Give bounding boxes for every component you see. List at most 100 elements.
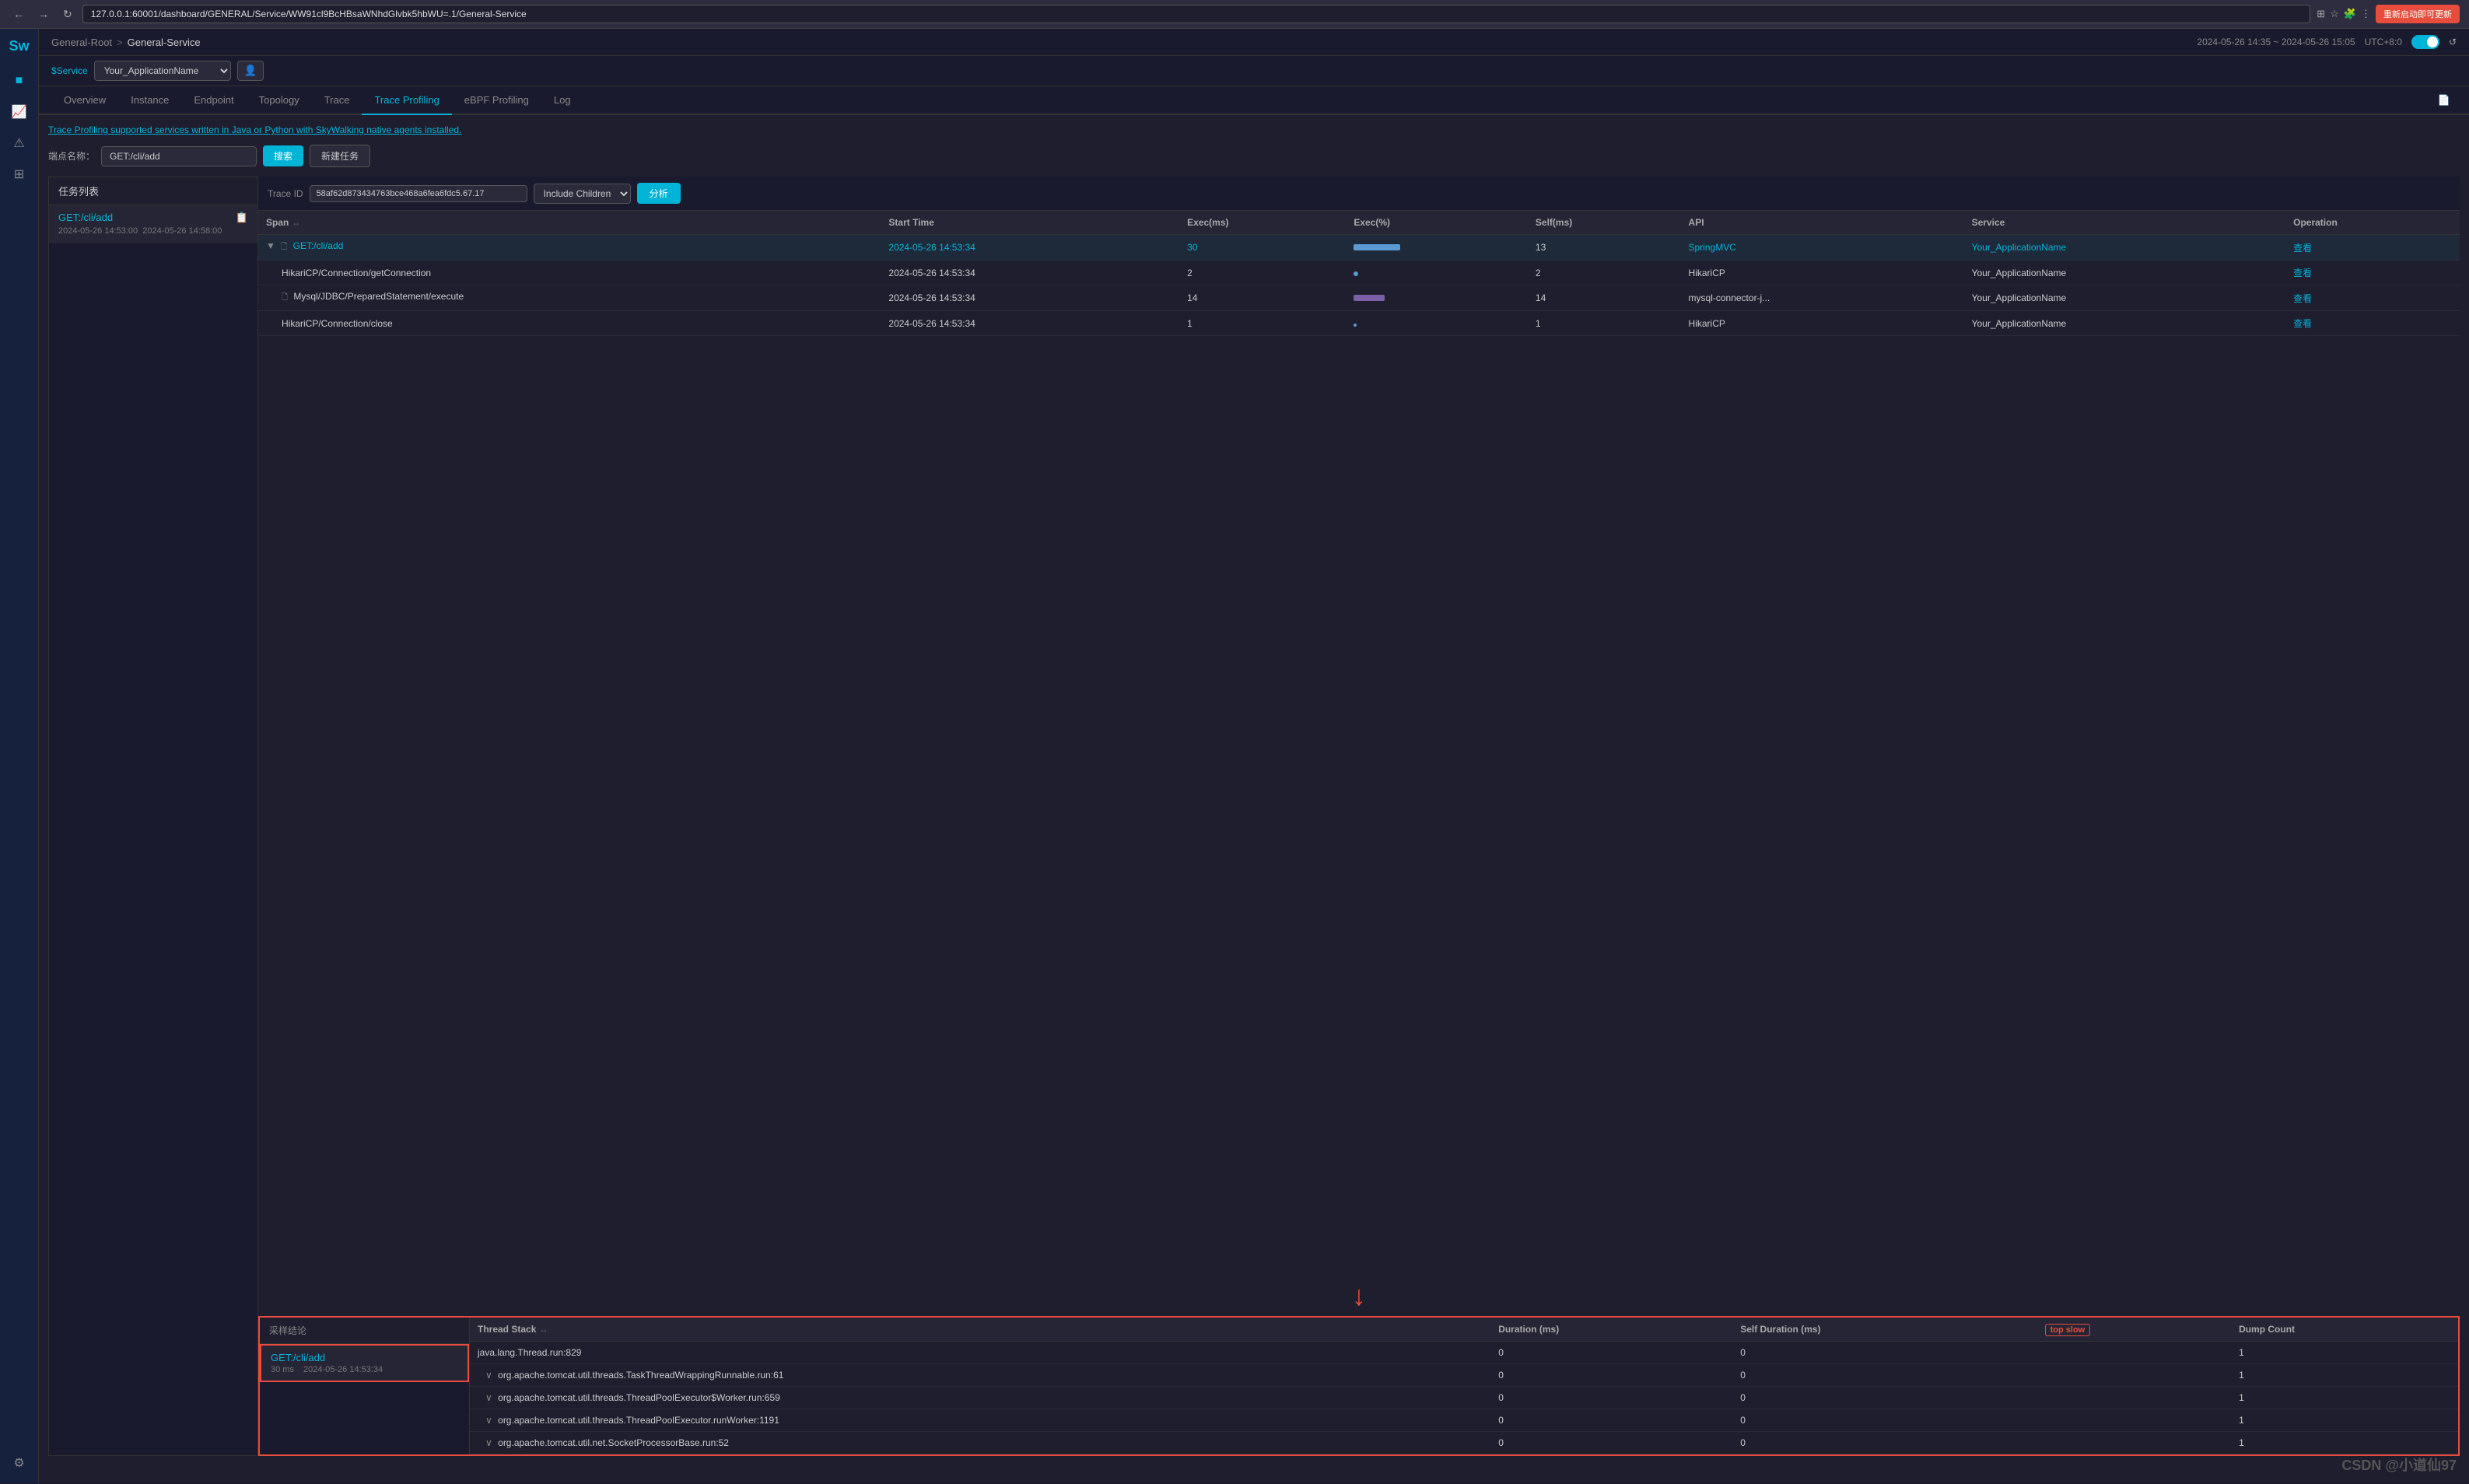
service-info-button[interactable]: 👤: [237, 61, 264, 81]
dump-count-cell: 1: [2231, 1342, 2458, 1364]
breadcrumb-root[interactable]: General-Root: [51, 37, 112, 48]
tab-trace[interactable]: Trace: [312, 86, 362, 115]
table-row: 🗋 Mysql/JDBC/PreparedStatement/execute 2…: [258, 285, 2460, 311]
page-content: Trace Profiling supported services writt…: [39, 115, 2469, 1483]
sampling-header: 采样结论: [260, 1318, 469, 1344]
thread-row: ∨ org.apache.tomcat.util.threads.ThreadP…: [470, 1409, 2458, 1432]
new-task-button[interactable]: 新建任务: [310, 145, 370, 167]
col-span: Span ↔: [258, 211, 881, 235]
search-button[interactable]: 搜索: [263, 145, 303, 166]
table-row: ▼ 🗋 GET:/cli/add 2024-05-26 14:53:34 30: [258, 235, 2460, 261]
expand-toggle[interactable]: ∨: [485, 1392, 492, 1403]
thread-row: ∨ org.apache.tomcat.util.threads.TaskThr…: [470, 1364, 2458, 1387]
sidebar-item-chart[interactable]: 📈: [5, 98, 33, 126]
expand-toggle[interactable]: ∨: [485, 1415, 492, 1426]
span-name: HikariCP/Connection/close: [282, 318, 393, 329]
top-slow-cell: [2037, 1342, 2231, 1364]
analyze-button[interactable]: 分析: [637, 183, 681, 204]
bottom-panel: 采样结论 GET:/cli/add 30 ms 2024-05-26 14:53…: [258, 1316, 2460, 1456]
sidebar-item-widgets[interactable]: ⊞: [5, 160, 33, 188]
duration-cell: 0: [1490, 1364, 1732, 1387]
doc-icon[interactable]: 📄: [2432, 94, 2457, 107]
search-input[interactable]: [101, 146, 257, 166]
exec-dot: [1354, 271, 1358, 276]
forward-button[interactable]: →: [34, 6, 53, 22]
exec-pct-cell: [1346, 311, 1528, 336]
translate-icon[interactable]: ⊞: [2317, 8, 2325, 20]
sampling-item[interactable]: GET:/cli/add 30 ms 2024-05-26 14:53:34: [260, 1344, 469, 1382]
tab-endpoint[interactable]: Endpoint: [181, 86, 246, 115]
back-button[interactable]: ←: [9, 6, 28, 22]
view-link[interactable]: 查看: [2293, 293, 2312, 304]
sidebar-item-alert[interactable]: ⚠: [5, 129, 33, 157]
thread-stack-cell: ∨ org.apache.tomcat.util.net.SocketProce…: [470, 1432, 1490, 1454]
trace-id-input[interactable]: [310, 185, 527, 202]
menu-icon[interactable]: ⋮: [2361, 8, 2371, 20]
exec-pct-cell: [1346, 235, 1528, 261]
top-slow-badge[interactable]: top slow: [2045, 1324, 2091, 1336]
url-bar[interactable]: [82, 5, 2311, 23]
tab-overview[interactable]: Overview: [51, 86, 118, 115]
api-cell: SpringMVC: [1681, 235, 1964, 261]
thread-name: org.apache.tomcat.util.threads.ThreadPoo…: [498, 1415, 779, 1426]
main-content: General-Root > General-Service 2024-05-2…: [39, 29, 2469, 1483]
expand-toggle[interactable]: ▼: [266, 240, 275, 251]
exec-dot: [1354, 324, 1357, 327]
span-name[interactable]: GET:/cli/add: [293, 240, 344, 251]
self-duration-cell: 0: [1732, 1409, 2036, 1432]
self-ms-cell: 13: [1528, 235, 1681, 261]
browser-bar: ← → ↻ ⊞ ☆ 🧩 ⋮ 重新启动即可更新: [0, 0, 2469, 29]
thread-stack-cell: ∨ org.apache.tomcat.util.threads.ThreadP…: [470, 1409, 1490, 1432]
task-item[interactable]: 📋 GET:/cli/add 2024-05-26 14:53:00 2024-…: [49, 205, 257, 243]
top-slow-cell: [2037, 1409, 2231, 1432]
refresh-button[interactable]: ↻: [59, 6, 76, 23]
service-cell: Your_ApplicationName: [1964, 311, 2286, 336]
info-banner[interactable]: Trace Profiling supported services writt…: [48, 124, 2460, 135]
exec-ms-cell: 14: [1179, 285, 1346, 311]
col-dump-count: Dump Count: [2231, 1318, 2458, 1342]
tab-instance[interactable]: Instance: [118, 86, 181, 115]
theme-toggle[interactable]: [2411, 35, 2439, 49]
sidebar-item-settings[interactable]: ⚙: [5, 1449, 33, 1477]
service-cell: Your_ApplicationName: [1964, 285, 2286, 311]
service-dropdown[interactable]: Your_ApplicationName: [94, 61, 231, 81]
sampling-item-name: GET:/cli/add: [271, 1352, 458, 1363]
api-link[interactable]: SpringMVC: [1689, 242, 1736, 253]
tab-ebpf-profiling[interactable]: eBPF Profiling: [452, 86, 541, 115]
breadcrumb-separator: >: [117, 37, 123, 48]
exec-ms-cell: 30: [1179, 235, 1346, 261]
start-time-cell: 2024-05-26 14:53:34: [881, 235, 1179, 261]
arrow-section: ↓: [258, 1276, 2460, 1316]
view-link[interactable]: 查看: [2293, 243, 2312, 254]
sidebar: Sw ■ 📈 ⚠ ⊞ ⚙: [0, 29, 39, 1483]
service-link[interactable]: Your_ApplicationName: [1972, 242, 2067, 253]
sampling-time: 2024-05-26 14:53:34: [303, 1365, 383, 1374]
expand-toggle[interactable]: ∨: [485, 1437, 492, 1448]
api-cell: mysql-connector-j...: [1681, 285, 1964, 311]
thread-row: ∨ org.apache.tomcat.util.threads.ThreadP…: [470, 1387, 2458, 1409]
dump-count-cell: 1: [2231, 1387, 2458, 1409]
tab-topology[interactable]: Topology: [247, 86, 312, 115]
col-top-slow: top slow: [2037, 1318, 2231, 1342]
view-link[interactable]: 查看: [2293, 318, 2312, 329]
col-duration: Duration (ms): [1490, 1318, 1732, 1342]
col-api: API: [1681, 211, 1964, 235]
task-item-name: GET:/cli/add: [58, 212, 248, 223]
expand-toggle[interactable]: ∨: [485, 1370, 492, 1381]
view-link[interactable]: 查看: [2293, 268, 2312, 278]
top-slow-cell: [2037, 1364, 2231, 1387]
tab-log[interactable]: Log: [541, 86, 583, 115]
operation-cell: 查看: [2285, 285, 2460, 311]
include-children-select[interactable]: Include Children: [534, 184, 631, 204]
time-range: 2024-05-26 14:35 ~ 2024-05-26 15:05: [2197, 37, 2355, 47]
restart-button[interactable]: 重新启动即可更新: [2376, 5, 2460, 23]
extensions-icon[interactable]: 🧩: [2344, 8, 2356, 20]
tab-trace-profiling[interactable]: Trace Profiling: [362, 86, 451, 115]
sampling-item-info: 30 ms 2024-05-26 14:53:34: [271, 1365, 458, 1374]
sidebar-item-dashboard[interactable]: ■: [5, 67, 33, 95]
reload-icon[interactable]: ↺: [2449, 37, 2457, 47]
self-duration-cell: 0: [1732, 1342, 2036, 1364]
bookmark-icon[interactable]: ☆: [2330, 8, 2339, 20]
span-cell: ▼ 🗋 GET:/cli/add: [258, 235, 881, 261]
col-start-time: Start Time: [881, 211, 1179, 235]
